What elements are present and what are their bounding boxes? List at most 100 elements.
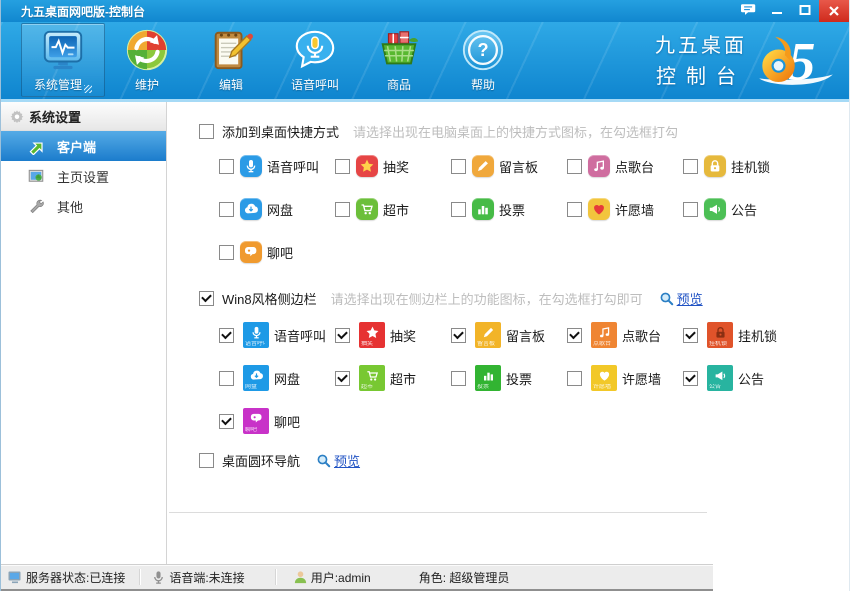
toolbar-label: 编辑 xyxy=(219,76,243,93)
checkbox[interactable] xyxy=(219,159,234,174)
checkbox[interactable] xyxy=(451,371,466,386)
option-net-disk[interactable]: 网盘 xyxy=(219,198,335,220)
close-button[interactable] xyxy=(819,0,849,22)
option-idle-lock[interactable]: 挂机锁 挂机锁 xyxy=(683,322,799,348)
checkbox[interactable] xyxy=(683,371,698,386)
window-title: 九五桌面网吧版-控制台 xyxy=(1,3,145,20)
mic-icon xyxy=(240,155,262,177)
option-supermarket[interactable]: 超市 超市 xyxy=(335,365,451,391)
checkbox[interactable] xyxy=(683,202,698,217)
sidebar-item-client[interactable]: 客户端 xyxy=(1,131,166,161)
checkbox[interactable] xyxy=(219,328,234,343)
statusbar-separator xyxy=(139,569,141,585)
win8-row-1: 语音呼叫 语音呼叫 抽奖 抽奖 留言板 留言板 xyxy=(219,322,849,348)
pencil-icon xyxy=(472,155,494,177)
checkbox[interactable] xyxy=(567,159,582,174)
toolbar-label: 语音呼叫 xyxy=(291,76,339,93)
desktop-shortcut-row-3: 聊吧 xyxy=(219,241,849,263)
option-wish-wall[interactable]: 许愿墙 xyxy=(567,198,683,220)
option-voting[interactable]: 投票 投票 xyxy=(451,365,567,391)
music-note-icon: 点歌台 xyxy=(591,322,617,348)
monitor-icon xyxy=(7,569,23,585)
option-idle-lock[interactable]: 挂机锁 xyxy=(683,155,799,177)
toolbar-button-help[interactable]: 帮助 xyxy=(441,23,525,97)
checkbox[interactable] xyxy=(335,371,350,386)
cloud-download-icon: 网盘 xyxy=(243,365,269,391)
minimize-icon xyxy=(771,4,783,16)
star-icon xyxy=(356,155,378,177)
toolbar-button-system[interactable]: 系统管理 xyxy=(21,23,105,97)
sidebar-item-label: 其他 xyxy=(57,197,83,216)
sidebar-item-homepage[interactable]: 主页设置 xyxy=(1,161,166,191)
option-net-disk[interactable]: 网盘 网盘 xyxy=(219,365,335,391)
option-voice-call[interactable]: 语音呼叫 xyxy=(219,155,335,177)
checkbox[interactable] xyxy=(219,202,234,217)
checkbox[interactable] xyxy=(199,291,214,306)
toolbar-button-voice-call[interactable]: 语音呼叫 xyxy=(273,23,357,97)
checkbox[interactable] xyxy=(567,371,582,386)
checkbox[interactable] xyxy=(199,124,214,139)
green-arrow-icon xyxy=(27,137,45,155)
option-chat-bar[interactable]: 聊吧 xyxy=(219,241,335,263)
checkbox[interactable] xyxy=(335,159,350,174)
win8-row-2: 网盘 网盘 超市 超市 投票 投票 许愿墙 xyxy=(219,365,849,391)
lock-icon: 挂机锁 xyxy=(707,322,733,348)
checkbox[interactable] xyxy=(451,202,466,217)
sidebar-item-other[interactable]: 其他 xyxy=(1,191,166,221)
checkbox[interactable] xyxy=(567,202,582,217)
checkbox[interactable] xyxy=(683,159,698,174)
checkbox[interactable] xyxy=(683,328,698,343)
section-hint: 请选择出现在电脑桌面上的快捷方式图标，在勾选框打勾 xyxy=(353,122,678,141)
section-title: 桌面圆环导航 xyxy=(222,451,300,470)
toolbar-button-edit[interactable]: 编辑 xyxy=(189,23,273,97)
ring-preview-link[interactable]: 预览 xyxy=(316,451,360,470)
toolbar-button-goods[interactable]: 商品 xyxy=(357,23,441,97)
user-icon xyxy=(293,570,308,585)
option-message-board[interactable]: 留言板 xyxy=(451,155,567,177)
win8-section-header: Win8风格侧边栏 请选择出现在侧边栏上的功能图标，在勾选框打勾即可 预览 xyxy=(199,289,849,308)
minimize-button[interactable] xyxy=(763,0,791,20)
toolbar-label: 系统管理 xyxy=(34,76,82,93)
cart-icon xyxy=(356,198,378,220)
toolbar-label: 维护 xyxy=(135,76,159,93)
checkbox[interactable] xyxy=(199,453,214,468)
sidebar: 系统设置 客户端 主页设置 其他 xyxy=(1,102,167,565)
option-announcement[interactable]: 公告 xyxy=(683,198,799,220)
homepage-picture-icon xyxy=(27,167,45,185)
ring-navigation-row: 桌面圆环导航 预览 xyxy=(199,451,849,470)
mic-icon: 语音呼叫 xyxy=(243,322,269,348)
toolbar-button-maintenance[interactable]: 维护 xyxy=(105,23,189,97)
brand-title: 九五桌面 xyxy=(655,29,747,58)
option-voting[interactable]: 投票 xyxy=(451,198,567,220)
shopping-basket-icon xyxy=(376,27,422,73)
win8-preview-link[interactable]: 预览 xyxy=(659,289,703,308)
notepad-pencil-icon xyxy=(208,27,254,73)
voice-status-text: 语音端:未连接 xyxy=(169,569,244,586)
option-message-board[interactable]: 留言板 留言板 xyxy=(451,322,567,348)
checkbox[interactable] xyxy=(335,202,350,217)
maximize-button[interactable] xyxy=(791,0,819,20)
checkbox[interactable] xyxy=(451,328,466,343)
option-chat-bar[interactable]: 聊吧 聊吧 xyxy=(219,408,335,434)
option-jukebox[interactable]: 点歌台 点歌台 xyxy=(567,322,683,348)
voice-bubble-mic-icon xyxy=(292,27,338,73)
checkbox[interactable] xyxy=(335,328,350,343)
gear-icon xyxy=(8,107,26,125)
checkbox[interactable] xyxy=(451,159,466,174)
option-lottery[interactable]: 抽奖 xyxy=(335,155,451,177)
option-announcement[interactable]: 公告 公告 xyxy=(683,365,799,391)
option-supermarket[interactable]: 超市 xyxy=(335,198,451,220)
option-voice-call[interactable]: 语音呼叫 语音呼叫 xyxy=(219,322,335,348)
checkbox[interactable] xyxy=(219,414,234,429)
feedback-chat-button[interactable] xyxy=(735,0,763,20)
checkbox[interactable] xyxy=(219,245,234,260)
user-status: 用户:admin xyxy=(293,569,371,586)
option-jukebox[interactable]: 点歌台 xyxy=(567,155,683,177)
option-wish-wall[interactable]: 许愿墙 许愿墙 xyxy=(567,365,683,391)
checkbox[interactable] xyxy=(219,371,234,386)
checkbox[interactable] xyxy=(567,328,582,343)
music-note-icon xyxy=(588,155,610,177)
brand-area: 九五桌面 控制台 xyxy=(655,28,849,90)
option-lottery[interactable]: 抽奖 抽奖 xyxy=(335,322,451,348)
titlebar: 九五桌面网吧版-控制台 xyxy=(1,0,849,22)
